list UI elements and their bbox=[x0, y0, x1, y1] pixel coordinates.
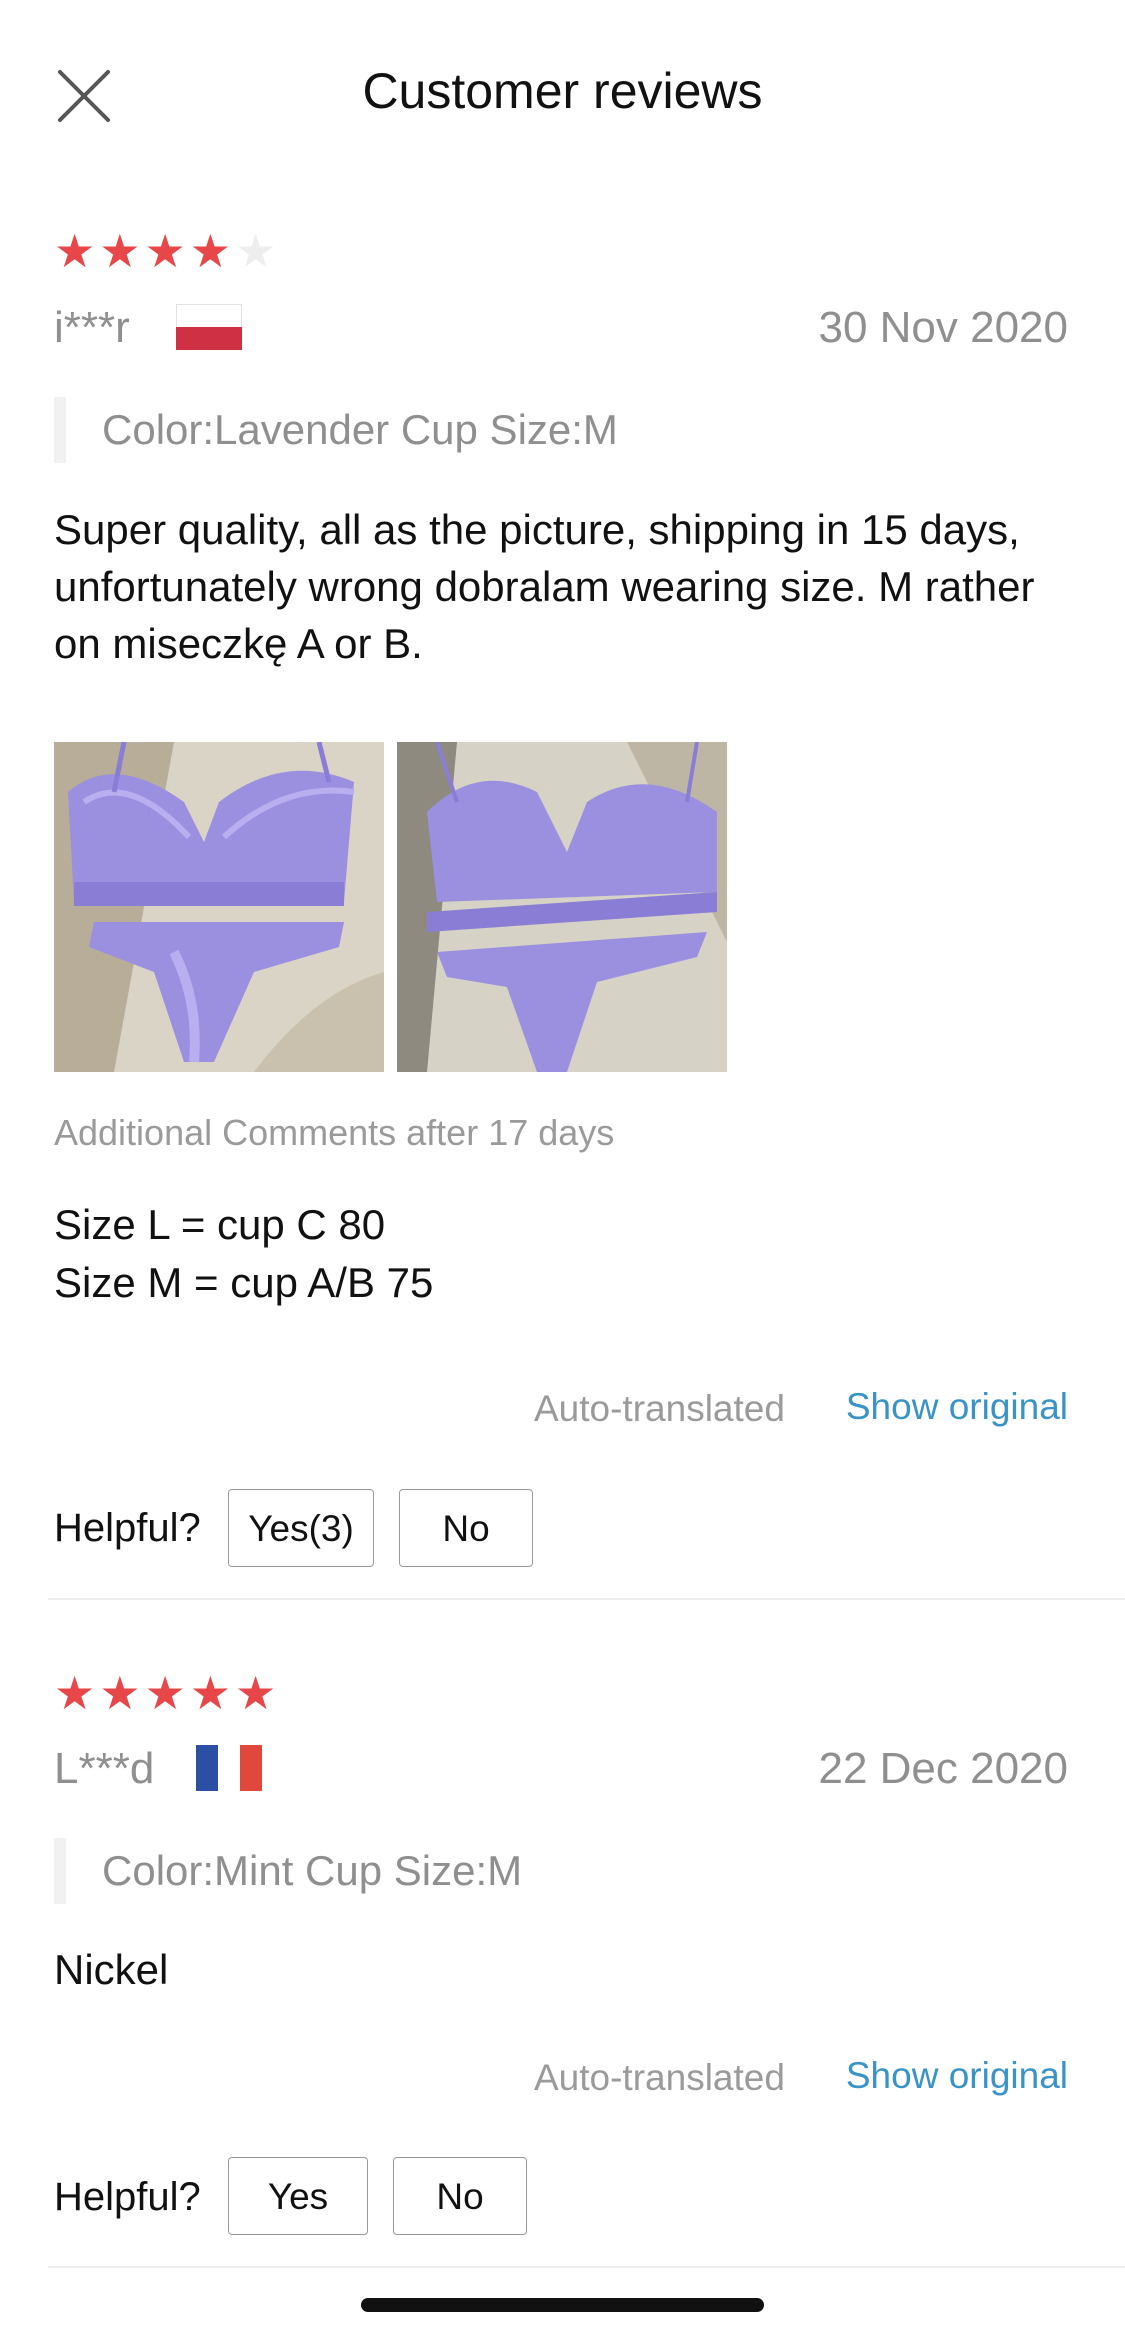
variant-info: Color:Lavender Cup Size:M bbox=[54, 397, 618, 463]
variant-info: Color:Mint Cup Size:M bbox=[54, 1838, 522, 1904]
review-photo[interactable] bbox=[54, 742, 384, 1072]
review-date: 30 Nov 2020 bbox=[818, 303, 1068, 352]
star-icon: ★ bbox=[235, 225, 277, 277]
auto-translated-label: Auto-translated bbox=[534, 2057, 785, 2098]
reviewer-name: L***d bbox=[54, 1744, 155, 1793]
france-flag-icon bbox=[196, 1745, 262, 1791]
home-indicator[interactable] bbox=[361, 2298, 764, 2312]
divider bbox=[48, 2266, 1125, 2268]
star-icon: ★ bbox=[189, 225, 231, 277]
show-original-link[interactable]: Show original bbox=[846, 1386, 1068, 1428]
star-rating: ★ ★ ★ ★ ★ bbox=[54, 1670, 276, 1716]
helpful-label: Helpful? bbox=[54, 1506, 201, 1550]
reviewer-name: i***r bbox=[54, 303, 130, 352]
star-icon: ★ bbox=[99, 225, 141, 277]
star-icon: ★ bbox=[99, 1667, 141, 1719]
star-icon: ★ bbox=[144, 225, 186, 277]
review-date: 22 Dec 2020 bbox=[818, 1744, 1068, 1793]
show-original-link[interactable]: Show original bbox=[846, 2055, 1068, 2097]
helpful-yes-button[interactable]: Yes(3) bbox=[228, 1489, 374, 1567]
additional-comment-line: Size L = cup C 80 bbox=[54, 1201, 386, 1248]
review-text: Nickel bbox=[54, 1946, 169, 1993]
helpful-yes-button[interactable]: Yes bbox=[228, 2157, 368, 2235]
additional-comments-label: Additional Comments after 17 days bbox=[54, 1112, 615, 1153]
review-text: Super quality, all as the picture, shipp… bbox=[54, 506, 1035, 667]
star-icon: ★ bbox=[54, 225, 96, 277]
star-icon: ★ bbox=[189, 1667, 231, 1719]
review-photo[interactable] bbox=[397, 742, 727, 1072]
divider bbox=[48, 1598, 1125, 1600]
additional-comment-line: Size M = cup A/B 75 bbox=[54, 1259, 434, 1306]
header: Customer reviews bbox=[0, 0, 1125, 190]
poland-flag-icon bbox=[176, 304, 242, 350]
page-title: Customer reviews bbox=[362, 63, 763, 119]
helpful-label: Helpful? bbox=[54, 2175, 201, 2219]
helpful-no-button[interactable]: No bbox=[399, 1489, 533, 1567]
star-icon: ★ bbox=[144, 1667, 186, 1719]
helpful-no-button[interactable]: No bbox=[393, 2157, 527, 2235]
auto-translated-label: Auto-translated bbox=[534, 1388, 785, 1429]
star-rating: ★ ★ ★ ★ ★ bbox=[54, 228, 276, 274]
star-icon: ★ bbox=[54, 1667, 96, 1719]
star-icon: ★ bbox=[235, 1667, 277, 1719]
